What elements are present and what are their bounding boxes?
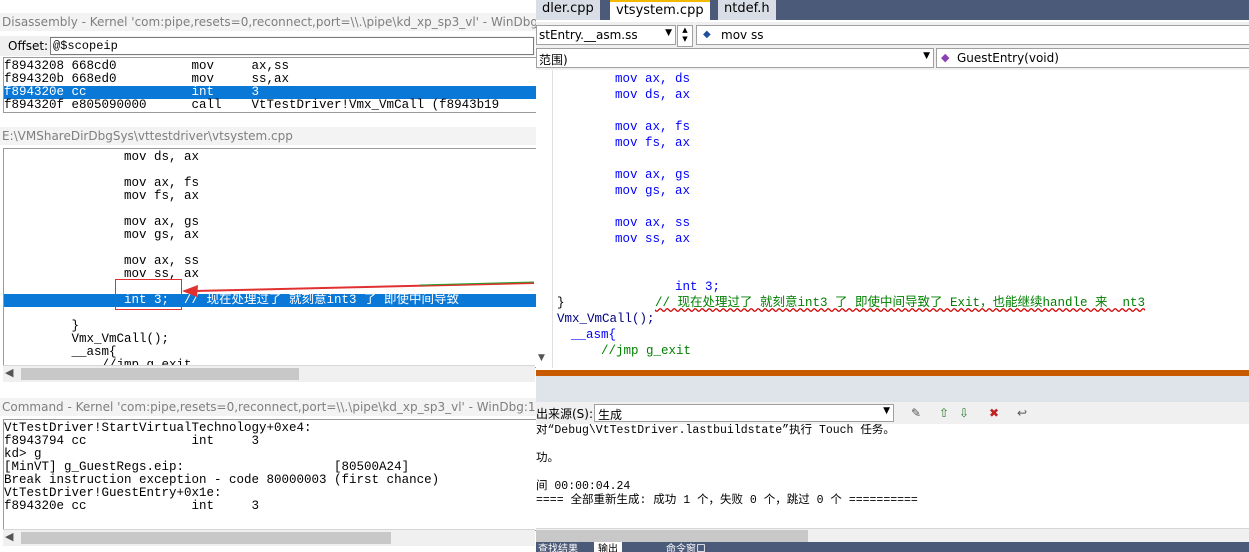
scope-combo-2-value: 范围) xyxy=(539,53,568,67)
code-line[interactable] xyxy=(557,103,1145,119)
tab-vtsystem-cpp[interactable]: vtsystem.cpp xyxy=(610,0,710,20)
code-line[interactable]: Vmx_VmCall(); xyxy=(557,311,1145,327)
source-line[interactable]: mov ds, ax xyxy=(4,151,536,164)
code-line-int3[interactable]: int 3; // 现在处理过了 就刻意int3 了 即使中间导致了 Exit，… xyxy=(557,263,1145,310)
offset-label: Offset: xyxy=(8,39,49,53)
output-line: 对“Debug\VtTestDriver.lastbuildstate”执行 T… xyxy=(536,424,895,437)
source-line[interactable]: mov fs, ax xyxy=(4,190,536,203)
disassembly-pane[interactable]: f8943208 668cd0 mov ax,ss f894320b 668ed… xyxy=(3,57,537,113)
tab-find-results[interactable]: 查找结果 xyxy=(538,542,578,552)
annotation-box xyxy=(115,279,182,310)
word-wrap-icon[interactable]: ↩ xyxy=(1014,405,1030,421)
output-source-label: 出来源(S): xyxy=(536,407,594,421)
command-title: Command - Kernel 'com:pipe,resets=0,reco… xyxy=(0,398,537,416)
code-line[interactable]: mov ax, gs xyxy=(557,167,1145,183)
function-combo[interactable]: ◆ GuestEntry(void) xyxy=(936,48,1249,68)
command-hscrollbar[interactable]: ◀ xyxy=(3,529,535,546)
source-pane[interactable]: mov ds, ax mov ax, fs mov fs, ax mov ax,… xyxy=(3,148,537,368)
scroll-thumb[interactable] xyxy=(536,530,808,542)
code-line[interactable] xyxy=(557,151,1145,167)
scroll-thumb[interactable] xyxy=(21,368,299,380)
scope-combo-value: stEntry.__asm.ss xyxy=(539,28,638,42)
source-line[interactable]: mov gs, ax xyxy=(4,229,536,242)
output-line: 间 00:00:04.24 xyxy=(536,480,631,493)
code-line[interactable]: mov ds, ax xyxy=(557,87,1145,103)
output-source-value: 生成 xyxy=(598,408,623,422)
code-line[interactable] xyxy=(557,247,1145,263)
command-line: f894320e cc int 3 xyxy=(4,499,260,513)
output-line: 功。 xyxy=(536,452,559,465)
int3-comment: // 现在处理过了 就刻意int3 了 即使中间导致了 Exit，也能继续han… xyxy=(655,296,1146,310)
gutter-divider xyxy=(552,70,553,368)
function-combo-value: GuestEntry(void) xyxy=(957,51,1059,65)
output-hscrollbar[interactable] xyxy=(536,528,1249,543)
scope-combo-2[interactable]: 范围) ▼ xyxy=(536,48,934,68)
visual-studio-window: dler.cpp vtsystem.cpp ntdef.h stEntry.__… xyxy=(536,0,1249,552)
output-toolbar: 出来源(S): 生成 ▼ ✎ ⇧ ⇩ ✖ ↩ xyxy=(536,402,1249,424)
code-line[interactable]: mov ax, ds xyxy=(557,71,1145,87)
code-line[interactable]: mov ax, fs xyxy=(557,119,1145,135)
code-line[interactable]: //jmp g_exit xyxy=(557,343,1145,359)
member-icon: ◆ xyxy=(703,29,711,40)
chevron-down-icon: ▼ xyxy=(923,51,930,61)
document-tab-strip: dler.cpp vtsystem.cpp ntdef.h xyxy=(536,0,1249,20)
offset-bar: Offset: xyxy=(0,36,535,56)
output-tab-strip: 查找结果 输出 命令窗口 xyxy=(536,542,1249,552)
command-line: f8943794 cc int 3 xyxy=(4,434,260,448)
code-line[interactable]: __asm{ xyxy=(557,327,1145,343)
navigation-bar: stEntry.__asm.ss ▼ ▲ ▼ ◆ mov ss xyxy=(536,22,1249,47)
scroll-left-icon[interactable]: ◀ xyxy=(5,530,13,543)
split-arrows-icon[interactable]: ▲ ▼ xyxy=(677,25,693,47)
offset-input[interactable] xyxy=(50,37,534,55)
code-line[interactable]: mov ss, ax xyxy=(557,231,1145,247)
scroll-left-icon[interactable]: ◀ xyxy=(5,366,13,379)
collapse-arrow-icon[interactable]: ▼ xyxy=(538,353,545,363)
code-line[interactable]: mov fs, ax xyxy=(557,135,1145,151)
scope-bar: 范围) ▼ ◆ GuestEntry(void) xyxy=(536,47,1249,70)
annotation-arrow xyxy=(182,281,535,297)
disassembly-title: Disassembly - Kernel 'com:pipe,resets=0,… xyxy=(0,13,537,31)
scroll-thumb[interactable] xyxy=(21,532,391,544)
chevron-down-icon: ▼ xyxy=(883,406,890,416)
source-hscrollbar[interactable]: ◀ xyxy=(3,365,535,382)
next-message-icon[interactable]: ⇩ xyxy=(956,405,972,421)
output-header xyxy=(536,376,1249,402)
scope-combo[interactable]: stEntry.__asm.ss ▼ xyxy=(536,25,676,45)
prev-message-icon[interactable]: ⇧ xyxy=(936,405,952,421)
tab-output[interactable]: 输出 xyxy=(594,542,622,552)
tab-dler-cpp[interactable]: dler.cpp xyxy=(536,0,600,20)
code-line[interactable] xyxy=(557,199,1145,215)
member-combo-value: mov ss xyxy=(721,28,764,42)
output-source-select[interactable]: 生成 ▼ xyxy=(594,404,894,422)
find-message-icon[interactable]: ✎ xyxy=(908,405,924,421)
tab-ntdef-h[interactable]: ntdef.h xyxy=(718,0,776,20)
source-line[interactable] xyxy=(4,307,536,320)
method-icon: ◆ xyxy=(941,51,950,64)
code-editor[interactable]: mov ax, ds mov ds, ax mov ax, fs mov fs,… xyxy=(536,70,1249,368)
code-line[interactable]: mov gs, ax xyxy=(557,183,1145,199)
code-line[interactable]: mov ax, ss xyxy=(557,215,1145,231)
source-title: E:\VMShareDirDbgSys\vttestdriver\vtsyste… xyxy=(0,127,537,145)
disasm-line[interactable]: f894320f e805090000 call VtTestDriver!Vm… xyxy=(4,99,536,112)
chevron-down-icon: ▼ xyxy=(665,28,672,38)
output-line: ==== 全部重新生成: 成功 1 个，失败 0 个，跳过 0 个 ======… xyxy=(536,494,918,507)
member-combo[interactable]: ◆ mov ss xyxy=(696,25,1249,45)
tab-command-window[interactable]: 命令窗口 xyxy=(666,542,706,552)
int3-statement: int 3; xyxy=(645,280,721,294)
output-pane[interactable]: 对“Debug\VtTestDriver.lastbuildstate”执行 T… xyxy=(536,424,1249,528)
command-output[interactable]: VtTestDriver!StartVirtualTechnology+0xe4… xyxy=(3,419,537,531)
clear-all-icon[interactable]: ✖ xyxy=(986,405,1002,421)
